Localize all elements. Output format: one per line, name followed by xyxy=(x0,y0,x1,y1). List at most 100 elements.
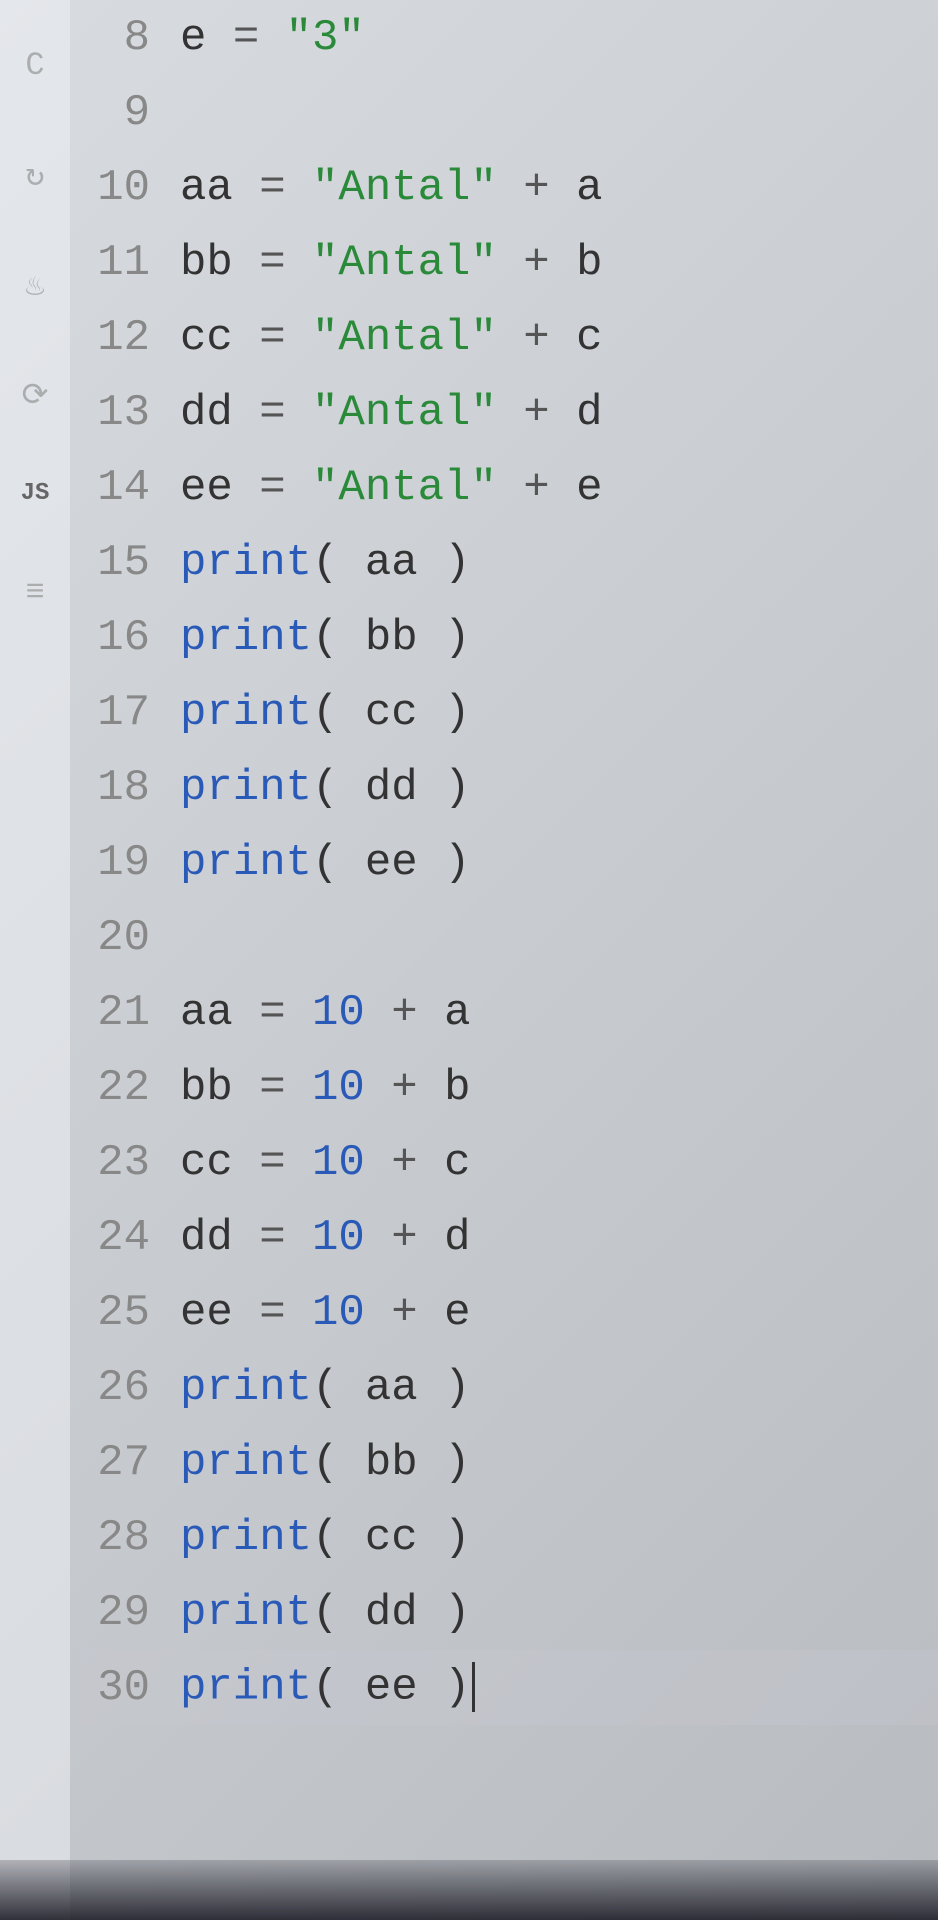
token-paren: ( xyxy=(312,538,365,588)
code-content[interactable]: ee = 10 + e xyxy=(180,1288,938,1338)
c-lang-icon[interactable]: C xyxy=(10,40,60,90)
code-content[interactable]: aa = "Antal" + a xyxy=(180,163,938,213)
token-operator: = xyxy=(259,313,312,363)
token-operator: + xyxy=(365,1213,444,1263)
code-content[interactable]: print( bb ) xyxy=(180,1438,938,1488)
token-operator: + xyxy=(365,988,444,1038)
code-line[interactable]: 22bb = 10 + b xyxy=(80,1050,938,1125)
token-identifier: cc xyxy=(180,1138,259,1188)
code-line[interactable]: 24dd = 10 + d xyxy=(80,1200,938,1275)
code-content[interactable]: print( aa ) xyxy=(180,538,938,588)
token-identifier: cc xyxy=(180,313,259,363)
token-identifier: bb xyxy=(180,238,259,288)
token-identifier: ee xyxy=(365,1663,418,1713)
code-content[interactable]: print( ee ) xyxy=(180,838,938,888)
code-content[interactable]: dd = "Antal" + d xyxy=(180,388,938,438)
token-operator: = xyxy=(259,163,312,213)
code-line[interactable]: 19print( ee ) xyxy=(80,825,938,900)
code-line[interactable]: 30print( ee ) xyxy=(80,1650,938,1725)
code-line[interactable]: 26print( aa ) xyxy=(80,1350,938,1425)
token-operator: = xyxy=(259,1288,312,1338)
token-identifier: c xyxy=(444,1138,470,1188)
code-line[interactable]: 11bb = "Antal" + b xyxy=(80,225,938,300)
token-identifier: b xyxy=(444,1063,470,1113)
code-content[interactable]: print( cc ) xyxy=(180,1513,938,1563)
token-number: 10 xyxy=(312,988,365,1038)
token-identifier: bb xyxy=(365,1438,418,1488)
token-paren: ) xyxy=(418,763,471,813)
code-line[interactable]: 29print( dd ) xyxy=(80,1575,938,1650)
code-editor[interactable]: 8e = "3"910aa = "Antal" + a11bb = "Antal… xyxy=(70,0,938,1920)
token-string: "Antal" xyxy=(312,463,497,513)
line-number: 18 xyxy=(80,763,180,813)
code-content[interactable]: print( cc ) xyxy=(180,688,938,738)
token-paren: ) xyxy=(418,1663,471,1713)
token-string: "Antal" xyxy=(312,238,497,288)
code-line[interactable]: 28print( cc ) xyxy=(80,1500,938,1575)
js-label[interactable]: JS xyxy=(21,480,50,507)
code-content[interactable]: ee = "Antal" + e xyxy=(180,463,938,513)
code-content[interactable]: print( dd ) xyxy=(180,1588,938,1638)
token-paren: ) xyxy=(418,1588,471,1638)
code-line[interactable]: 15print( aa ) xyxy=(80,525,938,600)
line-number: 27 xyxy=(80,1438,180,1488)
database-icon[interactable]: ≡ xyxy=(10,567,60,617)
line-number: 19 xyxy=(80,838,180,888)
line-number: 28 xyxy=(80,1513,180,1563)
line-number: 16 xyxy=(80,613,180,663)
code-line[interactable]: 13dd = "Antal" + d xyxy=(80,375,938,450)
token-operator: + xyxy=(497,463,576,513)
code-line[interactable]: 25ee = 10 + e xyxy=(80,1275,938,1350)
line-number: 22 xyxy=(80,1063,180,1113)
code-content[interactable]: dd = 10 + d xyxy=(180,1213,938,1263)
code-line[interactable]: 16print( bb ) xyxy=(80,600,938,675)
token-identifier: bb xyxy=(180,1063,259,1113)
code-line[interactable]: 27print( bb ) xyxy=(80,1425,938,1500)
token-identifier: aa xyxy=(365,1363,418,1413)
code-content[interactable]: e = "3" xyxy=(180,13,938,63)
code-content[interactable]: cc = 10 + c xyxy=(180,1138,938,1188)
code-content[interactable]: print( aa ) xyxy=(180,1363,938,1413)
code-content[interactable]: aa = 10 + a xyxy=(180,988,938,1038)
code-content[interactable]: cc = "Antal" + c xyxy=(180,313,938,363)
code-line[interactable]: 21aa = 10 + a xyxy=(80,975,938,1050)
code-line[interactable]: 8e = "3" xyxy=(80,0,938,75)
code-content[interactable]: bb = 10 + b xyxy=(180,1063,938,1113)
token-number: 10 xyxy=(312,1063,365,1113)
code-content[interactable]: print( bb ) xyxy=(180,613,938,663)
token-string: "Antal" xyxy=(312,388,497,438)
token-identifier: a xyxy=(444,988,470,1038)
code-line[interactable]: 23cc = 10 + c xyxy=(80,1125,938,1200)
token-operator: = xyxy=(259,463,312,513)
token-identifier: e xyxy=(444,1288,470,1338)
code-line[interactable]: 10aa = "Antal" + a xyxy=(80,150,938,225)
java-icon[interactable]: ♨ xyxy=(10,260,60,310)
code-line[interactable]: 12cc = "Antal" + c xyxy=(80,300,938,375)
cpp-icon[interactable]: ⟳ xyxy=(10,370,60,420)
line-number: 15 xyxy=(80,538,180,588)
language-sidebar: C ↻ ♨ ⟳ JS ≡ xyxy=(0,0,70,1920)
token-operator: + xyxy=(497,313,576,363)
token-operator: = xyxy=(259,1138,312,1188)
code-line[interactable]: 18print( dd ) xyxy=(80,750,938,825)
code-line[interactable]: 14ee = "Antal" + e xyxy=(80,450,938,525)
code-content[interactable]: print( ee ) xyxy=(180,1662,938,1713)
code-line[interactable]: 9 xyxy=(80,75,938,150)
token-identifier: ee xyxy=(365,838,418,888)
token-operator: = xyxy=(259,988,312,1038)
code-content[interactable]: print( dd ) xyxy=(180,763,938,813)
token-function: print xyxy=(180,688,312,738)
token-operator: = xyxy=(259,1213,312,1263)
token-operator: + xyxy=(497,388,576,438)
token-paren: ( xyxy=(312,1363,365,1413)
token-operator: + xyxy=(497,238,576,288)
text-cursor xyxy=(472,1662,475,1712)
code-line[interactable]: 17print( cc ) xyxy=(80,675,938,750)
token-identifier: ee xyxy=(180,1288,259,1338)
code-content[interactable]: bb = "Antal" + b xyxy=(180,238,938,288)
token-paren: ) xyxy=(418,613,471,663)
code-line[interactable]: 20 xyxy=(80,900,938,975)
refresh-icon[interactable]: ↻ xyxy=(10,150,60,200)
token-paren: ) xyxy=(418,1513,471,1563)
token-paren: ( xyxy=(312,688,365,738)
